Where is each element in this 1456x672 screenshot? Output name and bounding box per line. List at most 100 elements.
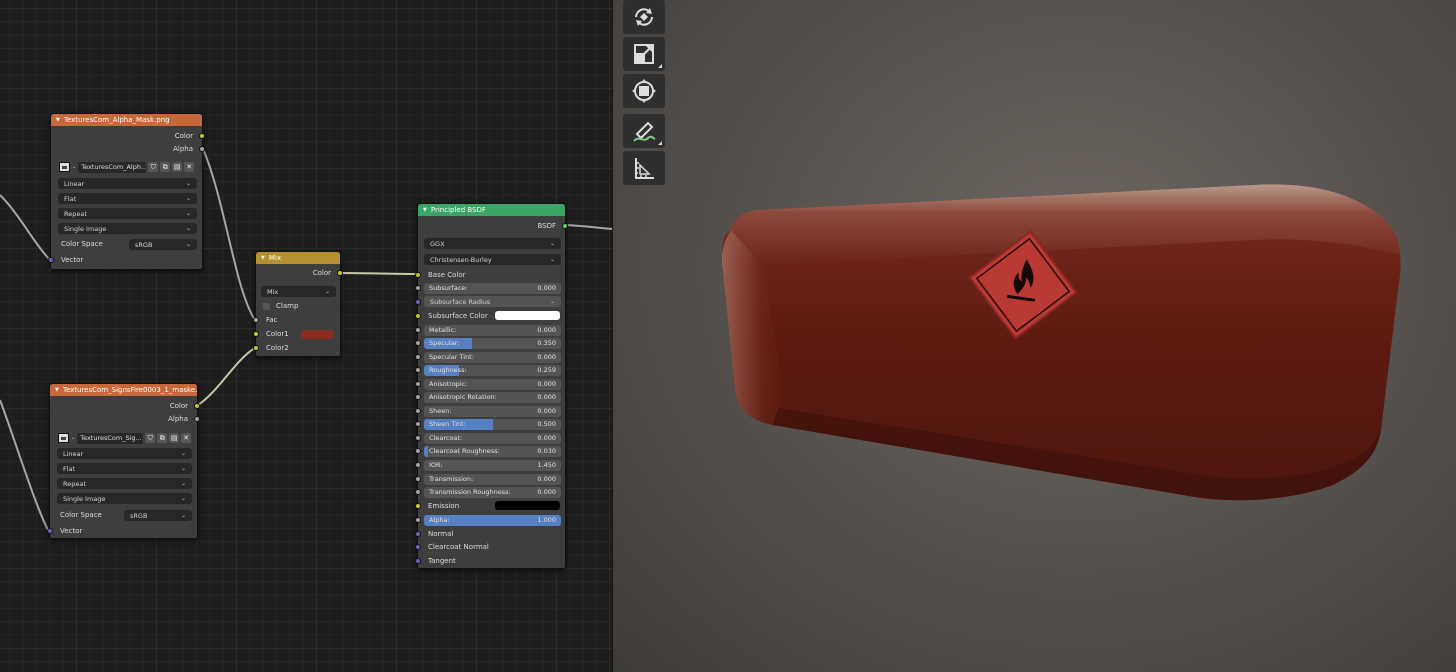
chevron-down-icon[interactable]: ⌄ [71, 435, 75, 441]
input-socket[interactable] [415, 327, 421, 333]
output-bsdf-socket[interactable] [562, 223, 568, 229]
node-header[interactable]: ▼ TexturesCom_SignsFire0003_1_maske... [50, 384, 197, 396]
color-space-dropdown[interactable]: sRGB ⌄ [124, 510, 192, 521]
source-dropdown[interactable]: Single Image ⌄ [58, 223, 197, 234]
collapse-icon[interactable]: ▼ [56, 117, 60, 123]
blend-mode-dropdown[interactable]: Mix ⌄ [261, 286, 336, 297]
collapse-icon[interactable]: ▼ [423, 207, 427, 213]
distribution-dropdown[interactable]: GGX ⌄ [424, 238, 561, 249]
clamp-row[interactable]: Clamp [256, 300, 340, 312]
value-slider[interactable]: Sheen Tint: 0.500 [424, 418, 561, 430]
emission-color-swatch[interactable] [495, 501, 560, 510]
subsurface-radius-dropdown[interactable]: Subsurface Radius ⌄ [424, 296, 561, 307]
close-icon[interactable]: ✕ [184, 162, 195, 172]
output-color-socket[interactable] [199, 133, 205, 139]
collapse-icon[interactable]: ▼ [55, 387, 59, 393]
input-socket[interactable] [415, 489, 421, 495]
extension-dropdown[interactable]: Repeat ⌄ [57, 478, 192, 489]
close-icon[interactable]: ✕ [181, 433, 192, 443]
value-slider[interactable]: Specular: 0.350 [424, 337, 561, 349]
input-tangent-socket[interactable] [415, 558, 421, 564]
image-texture-node-alpha-mask[interactable]: ▼ TexturesCom_Alpha_Mask.png Color Alpha… [48, 113, 205, 270]
input-socket[interactable] [415, 476, 421, 482]
projection-dropdown[interactable]: Flat ⌄ [57, 463, 192, 474]
transform-tool-button[interactable] [623, 74, 665, 108]
value-slider[interactable]: Clearcoat: 0.000 [424, 432, 561, 444]
source-dropdown[interactable]: Single Image ⌄ [57, 493, 192, 504]
output-color-socket[interactable] [194, 403, 200, 409]
input-socket[interactable] [415, 394, 421, 400]
value-slider[interactable]: Subsurface: 0.000 [424, 282, 561, 294]
input-socket[interactable] [415, 285, 421, 291]
value-slider[interactable]: Roughness: 0.259 [424, 364, 561, 376]
input-socket[interactable] [415, 340, 421, 346]
color-space-dropdown[interactable]: sRGB ⌄ [129, 239, 197, 250]
value-slider[interactable]: Transmission Roughness: 0.000 [424, 486, 561, 498]
projection-dropdown[interactable]: Flat ⌄ [58, 193, 197, 204]
principled-bsdf-node[interactable]: ▼ Principled BSDF BSDF GGX ⌄ Christensen-… [415, 203, 568, 569]
scale-tool-button[interactable] [623, 37, 665, 71]
value-slider[interactable]: Transmission: 0.000 [424, 473, 561, 485]
input-color1-socket[interactable] [253, 331, 259, 337]
image-name-field[interactable]: TexturesCom_Alph... [78, 161, 147, 173]
output-alpha-socket[interactable] [194, 416, 200, 422]
input-socket[interactable] [415, 354, 421, 360]
collapse-icon[interactable]: ▼ [261, 255, 265, 261]
chevron-down-icon[interactable]: ⌄ [72, 164, 76, 170]
input-vector-socket[interactable] [47, 528, 53, 534]
rotate-tool-button[interactable] [623, 0, 665, 34]
input-socket[interactable] [415, 435, 421, 441]
input-socket[interactable] [415, 367, 421, 373]
image-browse-icon[interactable] [58, 433, 69, 443]
output-alpha-socket[interactable] [199, 146, 205, 152]
image-name-field[interactable]: TexturesCom_Sig... [77, 432, 144, 444]
copy-icon[interactable]: ⧉ [160, 162, 171, 172]
value-slider[interactable]: IOR: 1.450 [424, 459, 561, 471]
image-browse-icon[interactable] [59, 162, 70, 172]
input-socket[interactable] [415, 448, 421, 454]
value-slider[interactable]: Sheen: 0.000 [424, 405, 561, 417]
node-header[interactable]: ▼ Principled BSDF [418, 204, 565, 216]
annotate-tool-button[interactable] [623, 114, 665, 148]
input-color2-socket[interactable] [253, 345, 259, 351]
fake-user-icon[interactable]: ⛉ [145, 433, 156, 443]
value-slider[interactable]: Anisotropic: 0.000 [424, 378, 561, 390]
3d-viewport[interactable] [612, 0, 1456, 672]
node-header[interactable]: ▼ TexturesCom_Alpha_Mask.png [51, 114, 202, 126]
input-socket[interactable] [415, 408, 421, 414]
open-file-icon[interactable]: ▤ [172, 162, 183, 172]
open-file-icon[interactable]: ▤ [169, 433, 180, 443]
measure-tool-button[interactable] [623, 151, 665, 185]
input-socket[interactable] [415, 421, 421, 427]
subsurface-method-dropdown[interactable]: Christensen-Burley ⌄ [424, 254, 561, 265]
node-header[interactable]: ▼ Mix [256, 252, 340, 264]
clamp-checkbox[interactable] [263, 302, 270, 310]
image-texture-node-signs-fire[interactable]: ▼ TexturesCom_SignsFire0003_1_maske... C… [47, 383, 200, 539]
extension-dropdown[interactable]: Repeat ⌄ [58, 208, 197, 219]
output-color-socket[interactable] [337, 270, 343, 276]
color1-swatch[interactable] [301, 330, 334, 339]
input-socket[interactable] [415, 381, 421, 387]
interpolation-dropdown[interactable]: Linear ⌄ [58, 178, 197, 189]
interpolation-dropdown[interactable]: Linear ⌄ [57, 448, 192, 459]
subsurface-color-swatch[interactable] [495, 311, 560, 320]
input-socket[interactable] [415, 517, 421, 523]
input-normal-socket[interactable] [415, 531, 421, 537]
input-socket[interactable] [415, 462, 421, 468]
input-subsurface-radius-socket[interactable] [415, 299, 421, 305]
value-slider[interactable]: Clearcoat Roughness: 0.030 [424, 445, 561, 457]
input-emission-socket[interactable] [415, 503, 421, 509]
input-vector-socket[interactable] [48, 257, 54, 263]
copy-icon[interactable]: ⧉ [157, 433, 168, 443]
value-slider[interactable]: Specular Tint: 0.000 [424, 351, 561, 363]
input-clearcoat-normal-socket[interactable] [415, 544, 421, 550]
node-editor[interactable]: ▼ TexturesCom_Alpha_Mask.png Color Alpha… [0, 0, 612, 672]
value-slider[interactable]: Metallic: 0.000 [424, 324, 561, 336]
input-subsurface-color-socket[interactable] [415, 313, 421, 319]
value-slider[interactable]: Anisotropic Rotation: 0.000 [424, 391, 561, 403]
input-base-color-socket[interactable] [415, 272, 421, 278]
gas-can-object[interactable] [693, 170, 1413, 520]
input-fac-socket[interactable] [253, 317, 259, 323]
value-slider[interactable]: Alpha: 1.000 [424, 514, 561, 526]
mix-node[interactable]: ▼ Mix Color Mix ⌄ Clamp Fac Color1 Color2 [253, 251, 343, 357]
